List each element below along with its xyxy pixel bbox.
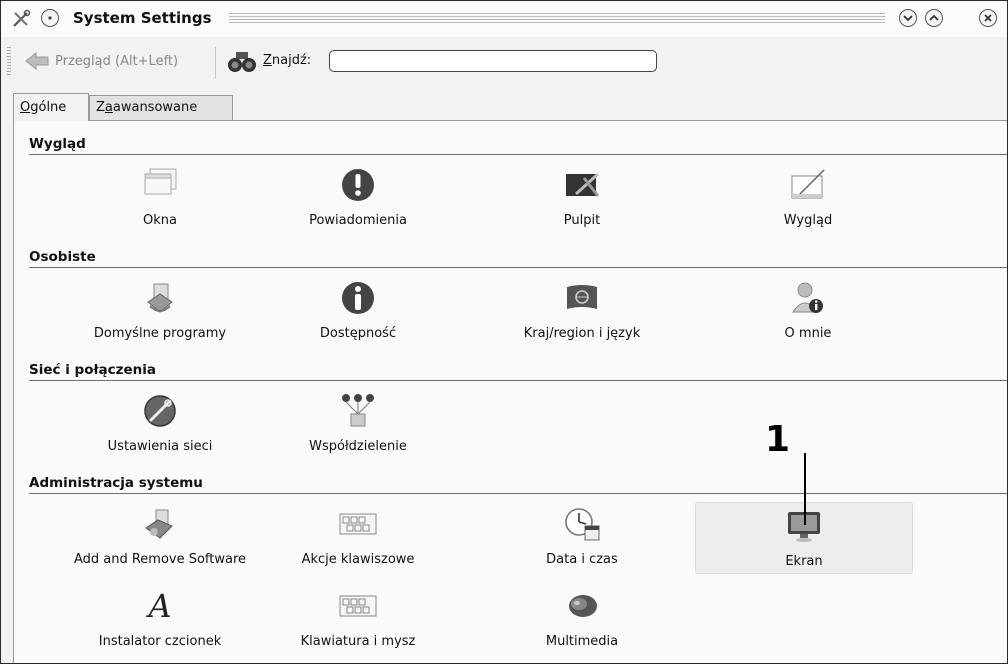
item-label: Ustawienia sieci xyxy=(107,439,213,454)
item-label: Powiadomienia xyxy=(309,213,407,228)
item-label: Klawiatura i mysz xyxy=(300,634,416,649)
item-label: O mnie xyxy=(784,326,832,341)
user-info-icon xyxy=(786,279,830,317)
close-icon xyxy=(984,14,992,22)
appearance-icon xyxy=(786,166,830,204)
item-date-time[interactable]: Data i czas xyxy=(467,497,697,573)
section-divider xyxy=(29,154,1007,155)
item-label: Kraj/region i język xyxy=(523,326,641,341)
toolbar-separator xyxy=(215,47,216,79)
sticky-button[interactable] xyxy=(41,9,59,27)
item-desktop[interactable]: Pulpit xyxy=(467,158,697,234)
item-label: Add and Remove Software xyxy=(73,552,247,567)
item-label: Wygląd xyxy=(783,213,833,228)
item-windows[interactable]: Okna xyxy=(45,158,275,234)
item-accessibility[interactable]: Dostępność xyxy=(243,271,473,347)
item-keyboard-mouse[interactable]: Klawiatura i mysz xyxy=(243,579,473,655)
item-locale[interactable]: Kraj/region i język xyxy=(467,271,697,347)
item-label: Ekran xyxy=(785,554,823,569)
search-input[interactable] xyxy=(329,50,657,72)
font-installer-icon: A xyxy=(138,587,182,625)
accessibility-icon xyxy=(336,279,380,317)
window-title: System Settings xyxy=(73,9,212,27)
tab-general[interactable]: Ogólne xyxy=(13,93,89,121)
item-shortcuts[interactable]: Akcje klawiszowe xyxy=(243,497,473,573)
callout-number: 1 xyxy=(765,419,791,460)
item-about-me[interactable]: O mnie xyxy=(693,271,923,347)
keyboard-mouse-icon xyxy=(336,587,380,625)
item-network-settings[interactable]: Ustawienia sieci xyxy=(45,384,275,460)
find-label: Znajdź: xyxy=(263,53,312,68)
tab-advanced[interactable]: Zaawansowane xyxy=(89,95,233,121)
toolbar-handle[interactable] xyxy=(7,47,11,77)
item-notifications[interactable]: Powiadomienia xyxy=(243,158,473,234)
item-default-apps[interactable]: Domyślne programy xyxy=(45,271,275,347)
network-globe-icon xyxy=(138,392,182,430)
chevron-up-icon xyxy=(929,14,939,21)
back-button-label: Przegląd (Alt+Left) xyxy=(55,53,179,69)
item-multimedia[interactable]: Multimedia xyxy=(467,579,697,655)
item-appearance[interactable]: Wygląd xyxy=(693,158,923,234)
binoculars-icon xyxy=(227,50,257,78)
section-title-network: Sieć i połączenia xyxy=(29,362,156,378)
desktop-icon xyxy=(560,166,604,204)
minimize-button[interactable] xyxy=(899,9,917,27)
section-divider xyxy=(29,380,1007,381)
sharing-icon xyxy=(336,392,380,430)
software-package-icon xyxy=(138,505,182,543)
item-label: Domyślne programy xyxy=(93,326,227,341)
find-label-rest: najdź: xyxy=(271,53,312,68)
locale-flag-icon xyxy=(560,279,604,317)
callout-line xyxy=(804,453,806,525)
system-settings-window: System Settings Przegląd (Alt+Left) Znaj… xyxy=(0,0,1008,664)
section-divider xyxy=(29,267,1007,268)
item-label: Data i czas xyxy=(546,552,618,567)
title-bar[interactable]: System Settings xyxy=(1,1,1007,37)
title-bar-decoration xyxy=(229,13,885,24)
toolbar: Przegląd (Alt+Left) Znajdź: xyxy=(1,37,1007,87)
maximize-button[interactable] xyxy=(925,9,943,27)
item-sharing[interactable]: Współdzielenie xyxy=(243,384,473,460)
section-title-appearance: Wygląd xyxy=(29,136,86,152)
notification-icon xyxy=(336,166,380,204)
letter-a-glyph: A xyxy=(148,587,172,625)
item-label: Instalator czcionek xyxy=(98,634,222,649)
keyboard-actions-icon xyxy=(336,505,380,543)
speaker-icon xyxy=(560,587,604,625)
item-label: Multimedia xyxy=(545,634,619,649)
item-label: Dostępność xyxy=(319,326,397,341)
settings-tools-icon[interactable] xyxy=(11,9,31,33)
chevron-down-icon xyxy=(903,15,913,22)
tab-advanced-label: Zaawansowane xyxy=(96,100,198,115)
windows-icon xyxy=(138,166,182,204)
tab-general-label: Ogólne xyxy=(20,100,67,115)
item-label: Pulpit xyxy=(563,213,601,228)
item-label: Okna xyxy=(143,213,177,228)
item-label: Współdzielenie xyxy=(309,439,407,454)
clock-calendar-icon xyxy=(560,505,604,543)
section-title-system-admin: Administracja systemu xyxy=(29,475,203,491)
dot-icon xyxy=(48,16,52,20)
item-font-installer[interactable]: A Instalator czcionek xyxy=(45,579,275,655)
back-button[interactable]: Przegląd (Alt+Left) xyxy=(25,52,178,70)
section-title-personal: Osobiste xyxy=(29,249,96,265)
close-button[interactable] xyxy=(979,9,997,27)
item-label: Akcje klawiszowe xyxy=(301,552,415,567)
item-add-remove-software[interactable]: Add and Remove Software xyxy=(45,497,275,573)
arrow-left-icon xyxy=(25,52,49,70)
default-apps-icon xyxy=(138,279,182,317)
section-divider xyxy=(29,493,1007,494)
